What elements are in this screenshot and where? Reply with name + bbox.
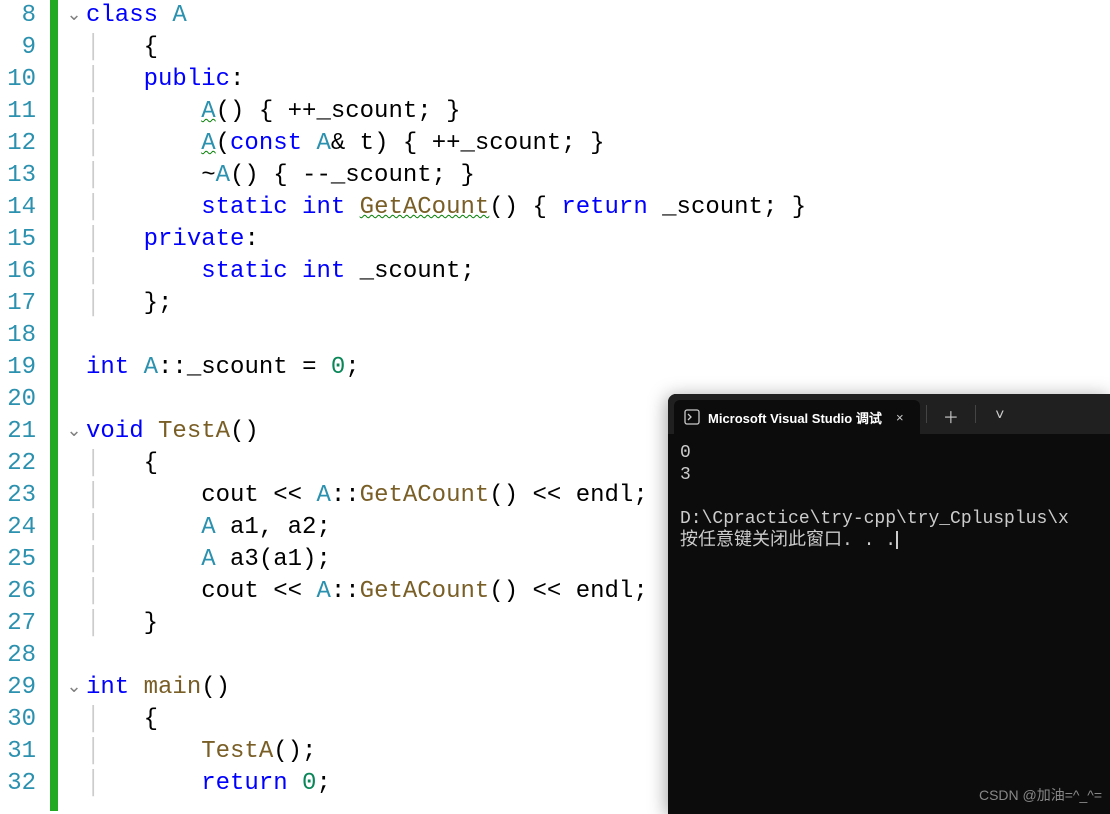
fold-spacer: [62, 192, 86, 224]
fold-spacer: [62, 160, 86, 192]
line-number: 27: [0, 608, 42, 640]
fold-spacer: [62, 384, 86, 416]
line-number: 20: [0, 384, 42, 416]
new-tab-button[interactable]: ＋: [931, 399, 971, 433]
fold-spacer: [62, 576, 86, 608]
terminal-line: 按任意键关闭此窗口. . .: [680, 530, 1098, 552]
line-number: 22: [0, 448, 42, 480]
terminal-cursor: [896, 531, 898, 549]
fold-spacer: [62, 512, 86, 544]
line-number: 19: [0, 352, 42, 384]
line-number: 21: [0, 416, 42, 448]
terminal-tab[interactable]: Microsoft Visual Studio 调试 ×: [674, 400, 920, 434]
fold-spacer: [62, 608, 86, 640]
fold-spacer: [62, 704, 86, 736]
debug-terminal-window[interactable]: Microsoft Visual Studio 调试 × ＋ ˅ 03 D:\C…: [668, 394, 1110, 814]
line-number: 31: [0, 736, 42, 768]
close-icon[interactable]: ×: [890, 410, 910, 425]
fold-spacer: [62, 480, 86, 512]
fold-column[interactable]: ⌄ ⌄ ⌄: [62, 0, 86, 811]
change-indicator-bar: [50, 0, 58, 811]
terminal-titlebar[interactable]: Microsoft Visual Studio 调试 × ＋ ˅: [668, 394, 1110, 434]
code-line[interactable]: │ A() { ++_scount; }: [86, 96, 1110, 128]
line-number: 10: [0, 64, 42, 96]
terminal-line: [680, 486, 1098, 508]
line-number: 28: [0, 640, 42, 672]
line-number: 18: [0, 320, 42, 352]
line-number-gutter: 8910111213141516171819202122232425262728…: [0, 0, 50, 811]
chevron-down-icon: ˅: [995, 407, 1004, 425]
code-line[interactable]: [86, 320, 1110, 352]
line-number: 16: [0, 256, 42, 288]
fold-toggle-icon[interactable]: ⌄: [62, 416, 86, 448]
line-number: 23: [0, 480, 42, 512]
divider: [926, 405, 927, 423]
fold-spacer: [62, 256, 86, 288]
divider: [975, 405, 976, 423]
fold-toggle-icon[interactable]: ⌄: [62, 672, 86, 704]
fold-spacer: [62, 96, 86, 128]
fold-spacer: [62, 224, 86, 256]
line-number: 26: [0, 576, 42, 608]
line-number: 14: [0, 192, 42, 224]
line-number: 25: [0, 544, 42, 576]
fold-spacer: [62, 352, 86, 384]
fold-spacer: [62, 32, 86, 64]
code-line[interactable]: │ static int GetACount() { return _scoun…: [86, 192, 1110, 224]
code-line[interactable]: int A::_scount = 0;: [86, 352, 1110, 384]
line-number: 17: [0, 288, 42, 320]
fold-spacer: [62, 128, 86, 160]
line-number: 15: [0, 224, 42, 256]
code-line[interactable]: │ static int _scount;: [86, 256, 1110, 288]
fold-spacer: [62, 320, 86, 352]
line-number: 12: [0, 128, 42, 160]
line-number: 24: [0, 512, 42, 544]
terminal-tab-title: Microsoft Visual Studio 调试: [708, 408, 882, 427]
fold-spacer: [62, 544, 86, 576]
plus-icon: ＋: [943, 404, 959, 428]
fold-spacer: [62, 288, 86, 320]
fold-spacer: [62, 768, 86, 800]
line-number: 32: [0, 768, 42, 800]
fold-spacer: [62, 448, 86, 480]
code-line[interactable]: │ A(const A& t) { ++_scount; }: [86, 128, 1110, 160]
line-number: 11: [0, 96, 42, 128]
line-number: 13: [0, 160, 42, 192]
line-number: 29: [0, 672, 42, 704]
fold-toggle-icon[interactable]: ⌄: [62, 0, 86, 32]
line-number: 9: [0, 32, 42, 64]
terminal-line: 0: [680, 442, 1098, 464]
terminal-actions: ＋ ˅: [924, 394, 1020, 434]
terminal-output[interactable]: 03 D:\Cpractice\try-cpp\try_Cplusplus\x按…: [668, 434, 1110, 560]
terminal-line: 3: [680, 464, 1098, 486]
tab-dropdown-button[interactable]: ˅: [980, 399, 1020, 433]
line-number: 30: [0, 704, 42, 736]
fold-spacer: [62, 64, 86, 96]
code-line[interactable]: │ };: [86, 288, 1110, 320]
code-line[interactable]: │ private:: [86, 224, 1110, 256]
code-line[interactable]: │ {: [86, 32, 1110, 64]
terminal-line: D:\Cpractice\try-cpp\try_Cplusplus\x: [680, 508, 1098, 530]
line-number: 8: [0, 0, 42, 32]
watermark: CSDN @加油=^_^=: [979, 785, 1102, 805]
code-line[interactable]: │ public:: [86, 64, 1110, 96]
code-line[interactable]: │ ~A() { --_scount; }: [86, 160, 1110, 192]
fold-spacer: [62, 640, 86, 672]
code-line[interactable]: class A: [86, 0, 1110, 32]
fold-spacer: [62, 736, 86, 768]
terminal-app-icon: [684, 409, 700, 425]
